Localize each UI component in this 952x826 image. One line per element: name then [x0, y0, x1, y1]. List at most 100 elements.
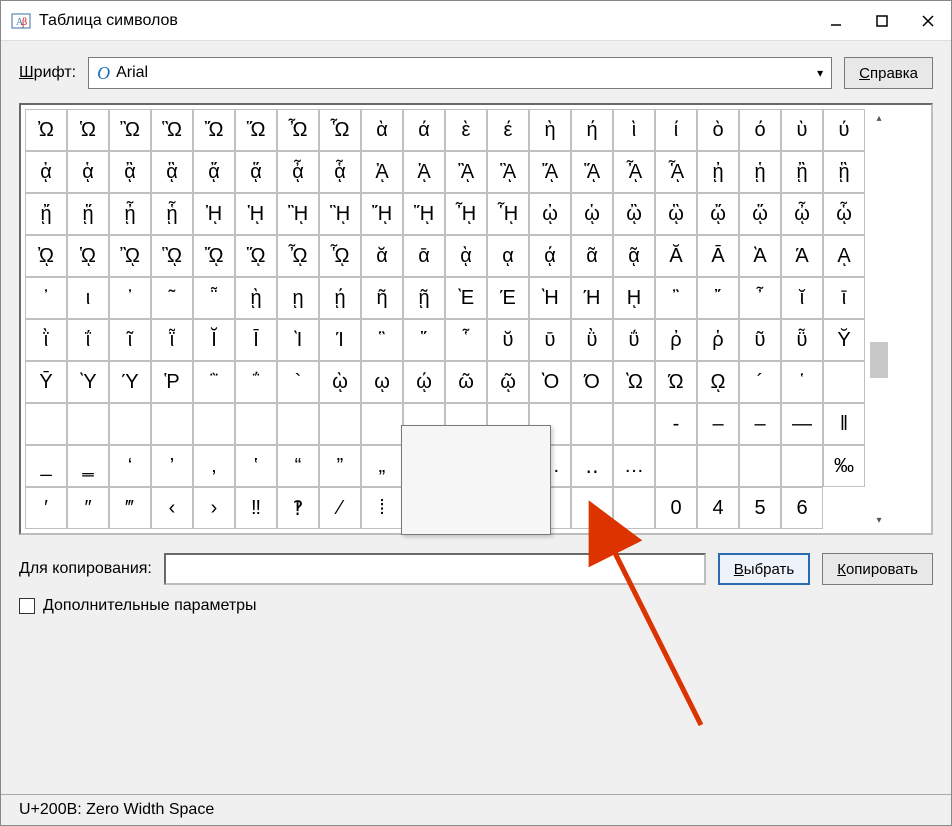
char-cell[interactable]: ᾨ [25, 235, 67, 277]
char-cell[interactable]: ῷ [487, 361, 529, 403]
char-cell[interactable]: ῟ [445, 319, 487, 361]
char-cell[interactable] [277, 403, 319, 445]
char-cell[interactable]: _ [25, 445, 67, 487]
char-cell[interactable]: ᾓ [823, 151, 865, 193]
char-cell[interactable]: ᾫ [151, 235, 193, 277]
char-cell[interactable]: ῎ [697, 277, 739, 319]
char-cell[interactable]: 4 [697, 487, 739, 529]
maximize-button[interactable] [859, 2, 905, 40]
char-cell[interactable]: ´ [739, 361, 781, 403]
char-cell[interactable]: Ὢ [109, 109, 151, 151]
char-cell[interactable]: Ὣ [151, 109, 193, 151]
char-cell[interactable]: ῧ [781, 319, 823, 361]
char-cell[interactable]: ᾂ [109, 151, 151, 193]
char-cell[interactable]: Ῠ [823, 319, 865, 361]
char-cell[interactable]: ᾱ [403, 235, 445, 277]
char-cell[interactable]: Ὴ [529, 277, 571, 319]
char-cell[interactable]: ᾛ [319, 193, 361, 235]
char-cell[interactable]: ᾢ [613, 193, 655, 235]
char-cell[interactable]: ὴ [529, 109, 571, 151]
char-cell[interactable]: ῡ [529, 319, 571, 361]
char-cell[interactable] [319, 403, 361, 445]
char-cell[interactable] [193, 403, 235, 445]
char-cell[interactable] [25, 403, 67, 445]
char-cell[interactable]: Ὠ [25, 109, 67, 151]
minimize-button[interactable] [813, 2, 859, 40]
char-cell[interactable] [781, 445, 823, 487]
char-cell[interactable]: ᾗ [151, 193, 193, 235]
char-cell[interactable]: ᾷ [613, 235, 655, 277]
char-cell[interactable]: ᾣ [655, 193, 697, 235]
char-cell[interactable]: ᾍ [571, 151, 613, 193]
char-cell[interactable]: ῦ [739, 319, 781, 361]
char-cell[interactable]: ⁄ [319, 487, 361, 529]
char-cell[interactable]: ′ [25, 487, 67, 529]
char-cell[interactable]: Ί [319, 319, 361, 361]
char-cell[interactable]: 5 [739, 487, 781, 529]
char-cell[interactable]: Ύ [109, 361, 151, 403]
char-cell[interactable]: ‛ [235, 445, 277, 487]
char-cell[interactable]: ‚ [193, 445, 235, 487]
char-cell[interactable]: ᾝ [403, 193, 445, 235]
char-cell[interactable]: 0 [655, 487, 697, 529]
char-cell[interactable] [823, 361, 865, 403]
char-cell[interactable]: ᾧ [823, 193, 865, 235]
char-cell[interactable]: ᾬ [193, 235, 235, 277]
char-cell[interactable]: ᾡ [571, 193, 613, 235]
char-cell[interactable]: Ὲ [445, 277, 487, 319]
char-cell[interactable]: — [781, 403, 823, 445]
char-cell[interactable] [361, 403, 403, 445]
char-cell[interactable]: ᾌ [529, 151, 571, 193]
char-cell[interactable]: ᾴ [529, 235, 571, 277]
char-cell[interactable]: ᾜ [361, 193, 403, 235]
char-cell[interactable]: ″ [67, 487, 109, 529]
char-cell[interactable]: ᾶ [571, 235, 613, 277]
char-cell[interactable]: ᾚ [277, 193, 319, 235]
char-cell[interactable]: Ὼ [613, 361, 655, 403]
char-cell[interactable]: Ὧ [319, 109, 361, 151]
char-cell[interactable]: Ῡ [25, 361, 67, 403]
char-cell[interactable]: ᾑ [739, 151, 781, 193]
char-cell[interactable]: ᾳ [487, 235, 529, 277]
char-cell[interactable]: ᾒ [781, 151, 823, 193]
char-cell[interactable]: Ᾱ [697, 235, 739, 277]
char-cell[interactable]: ‗ [67, 445, 109, 487]
char-cell[interactable]: ᾋ [487, 151, 529, 193]
char-cell[interactable]: ῆ [361, 277, 403, 319]
char-cell[interactable]: ῲ [319, 361, 361, 403]
char-cell[interactable]: ᾎ [613, 151, 655, 193]
char-cell[interactable]: ᾀ [25, 151, 67, 193]
char-cell[interactable]: ᾞ [445, 193, 487, 235]
char-cell[interactable]: ᾇ [319, 151, 361, 193]
char-cell[interactable]: ᾆ [277, 151, 319, 193]
char-cell[interactable]: – [739, 403, 781, 445]
char-cell[interactable] [235, 403, 277, 445]
char-cell[interactable]: ὲ [445, 109, 487, 151]
char-cell[interactable]: ῴ [403, 361, 445, 403]
char-cell[interactable]: ᾪ [109, 235, 151, 277]
char-cell[interactable]: ῌ [613, 277, 655, 319]
char-cell[interactable] [655, 445, 697, 487]
char-cell[interactable]: Ὸ [529, 361, 571, 403]
char-cell[interactable]: ῞ [403, 319, 445, 361]
char-cell[interactable]: ᾅ [235, 151, 277, 193]
char-cell[interactable]: ’ [151, 445, 193, 487]
char-cell[interactable]: › [193, 487, 235, 529]
char-cell[interactable]: ᾟ [487, 193, 529, 235]
char-cell[interactable]: ᾁ [67, 151, 109, 193]
char-cell[interactable]: ᾩ [67, 235, 109, 277]
char-cell[interactable]: ό [739, 109, 781, 151]
char-cell[interactable]: Ά [781, 235, 823, 277]
copy-button[interactable]: Копировать [822, 553, 933, 585]
char-cell[interactable]: ᾲ [445, 235, 487, 277]
char-cell[interactable] [109, 403, 151, 445]
char-cell[interactable]: ι [67, 277, 109, 319]
char-cell[interactable]: ᾯ [319, 235, 361, 277]
char-cell[interactable]: Ὥ [235, 109, 277, 151]
help-button[interactable]: Справка [844, 57, 933, 89]
char-cell[interactable]: ‹ [151, 487, 193, 529]
char-cell[interactable]: „ [361, 445, 403, 487]
char-cell[interactable]: ῑ [823, 277, 865, 319]
copy-input[interactable] [164, 553, 706, 585]
char-cell[interactable]: Ὺ [67, 361, 109, 403]
